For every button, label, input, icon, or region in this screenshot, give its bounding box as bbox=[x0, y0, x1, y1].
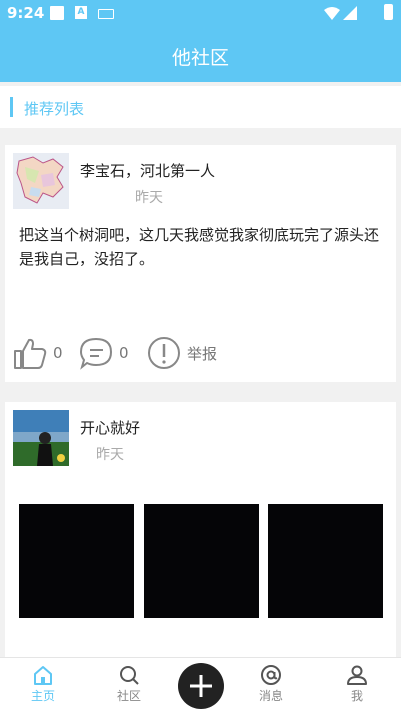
comment-count: 0 bbox=[119, 344, 129, 362]
page-title: 他社区 bbox=[171, 47, 229, 69]
section-label: 推荐列表 bbox=[24, 100, 85, 118]
home-icon bbox=[34, 666, 52, 685]
comment-button[interactable]: 0 bbox=[79, 333, 129, 373]
post-author: 李宝石，河北第一人 bbox=[80, 162, 216, 180]
avatar[interactable] bbox=[13, 153, 69, 209]
post-image[interactable] bbox=[268, 504, 383, 618]
section-header: 推荐列表 bbox=[0, 86, 401, 128]
tab-community[interactable]: 社区 bbox=[99, 658, 159, 715]
tab-me[interactable]: 我 bbox=[327, 658, 387, 715]
comment-icon bbox=[79, 337, 113, 370]
at-icon bbox=[261, 665, 281, 685]
like-count: 0 bbox=[53, 344, 63, 362]
battery-icon bbox=[384, 4, 393, 20]
tab-label: 社区 bbox=[116, 689, 141, 703]
alert-icon bbox=[148, 337, 180, 369]
post-image[interactable] bbox=[144, 504, 259, 618]
post-date: 昨天 bbox=[135, 190, 163, 206]
report-label: 举报 bbox=[187, 344, 218, 363]
keyboard-icon bbox=[98, 9, 114, 19]
status-bar: 9:24 A bbox=[0, 0, 401, 26]
status-time: 9:24 bbox=[7, 4, 45, 22]
post-card[interactable]: 李宝石，河北第一人 昨天 把这当个树洞吧，这几天我感觉我家彻底玩完了源头还是我自… bbox=[5, 145, 396, 382]
post-author: 开心就好 bbox=[80, 419, 141, 437]
thumbs-up-icon bbox=[14, 338, 47, 369]
avatar[interactable] bbox=[13, 410, 69, 466]
post-card[interactable]: 开心就好 昨天 bbox=[5, 402, 396, 662]
post-actions: 0 0 举报 bbox=[13, 333, 393, 373]
tab-label: 主页 bbox=[30, 689, 55, 703]
report-button[interactable]: 举报 bbox=[147, 333, 217, 373]
person-icon bbox=[347, 665, 367, 685]
notification-icon bbox=[50, 6, 64, 20]
post-text: 把这当个树洞吧，这几天我感觉我家彻底玩完了源头还是我自己，没招了。 bbox=[19, 226, 380, 268]
signal-icon bbox=[324, 6, 357, 20]
tab-label: 我 bbox=[350, 689, 363, 703]
app-header: 9:24 A 他社区 bbox=[0, 0, 401, 82]
tab-label: 消息 bbox=[258, 689, 283, 703]
post-date: 昨天 bbox=[96, 447, 124, 463]
notification-a-icon: A bbox=[75, 6, 87, 19]
search-icon bbox=[120, 666, 139, 685]
add-post-button[interactable] bbox=[178, 663, 224, 709]
post-image[interactable] bbox=[19, 504, 134, 618]
tab-messages[interactable]: 消息 bbox=[241, 658, 301, 715]
section-marker bbox=[10, 97, 13, 117]
tab-home[interactable]: 主页 bbox=[13, 658, 73, 715]
like-button[interactable]: 0 bbox=[13, 333, 63, 373]
plus-icon bbox=[190, 675, 212, 697]
